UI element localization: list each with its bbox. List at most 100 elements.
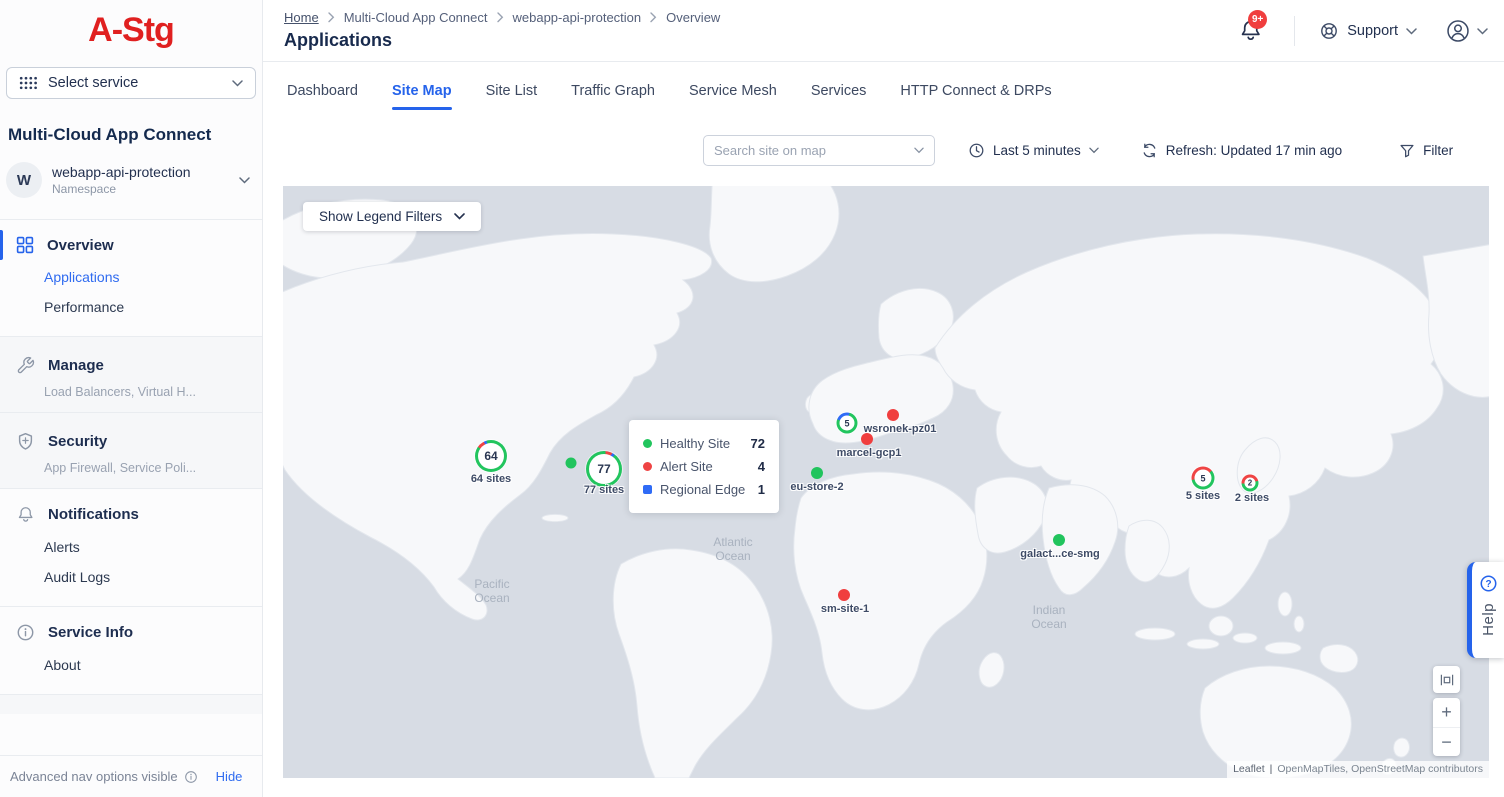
leaflet-link[interactable]: Leaflet: [1233, 763, 1265, 775]
breadcrumb: Home Multi-Cloud App Connect webapp-api-…: [284, 10, 720, 25]
sidebar-item-applications[interactable]: Applications: [0, 262, 262, 292]
sidebar: A-Stg Select service Multi-Cloud App Con…: [0, 0, 263, 797]
site-marker-eu-store-2[interactable]: [811, 467, 823, 479]
hide-advanced-nav-link[interactable]: Hide: [216, 769, 243, 784]
page-header: Home Multi-Cloud App Connect webapp-api-…: [263, 0, 1504, 62]
zoom-out-button[interactable]: −: [1433, 727, 1460, 756]
sidebar-item-manage[interactable]: Manage Load Balancers, Virtual H...: [0, 336, 262, 412]
site-cluster-korea[interactable]: 5: [1192, 467, 1215, 490]
breadcrumb-overview[interactable]: Overview: [666, 10, 720, 25]
cluster-label: 5 sites: [1186, 490, 1220, 502]
chevron-right-icon: [497, 12, 504, 23]
map-legend: Healthy Site 72 Alert Site 4 Regional Ed…: [629, 420, 779, 513]
select-service-dropdown[interactable]: Select service: [6, 67, 256, 99]
site-marker-wsronek-pz01[interactable]: [887, 409, 899, 421]
chevron-down-icon: [1477, 28, 1488, 35]
cluster-label: 64 sites: [471, 473, 511, 485]
help-label: Help: [1480, 603, 1497, 636]
main-content: Home Multi-Cloud App Connect webapp-api-…: [263, 0, 1504, 797]
svg-text:?: ?: [1485, 579, 1491, 590]
sidebar-item-about[interactable]: About: [0, 650, 262, 680]
security-subtitle: App Firewall, Service Poli...: [0, 459, 262, 475]
time-range-selector[interactable]: Last 5 minutes: [968, 142, 1099, 159]
tab-site-list[interactable]: Site List: [486, 83, 538, 110]
attribution-sources[interactable]: OpenMapTiles, OpenStreetMap contributors: [1277, 763, 1483, 775]
shield-icon: [16, 432, 35, 451]
site-marker-marcel-gcp1[interactable]: [861, 433, 873, 445]
apps-grid-icon: [19, 76, 38, 90]
site-label: sm-site-1: [821, 603, 869, 615]
search-input[interactable]: [714, 143, 914, 158]
sidebar-nav: Overview Applications Performance Manage…: [0, 219, 262, 714]
chevron-down-icon: [914, 147, 924, 154]
search-site-combobox[interactable]: [703, 135, 935, 166]
help-question-icon: ?: [1479, 574, 1498, 593]
sidebar-item-performance[interactable]: Performance: [0, 292, 262, 322]
chevron-right-icon: [328, 12, 335, 23]
wrench-icon: [16, 356, 35, 375]
filter-label: Filter: [1423, 143, 1453, 158]
support-menu[interactable]: Support: [1319, 21, 1417, 41]
logo[interactable]: A-Stg: [0, 0, 262, 60]
map-toolbar: Last 5 minutes Refresh: Updated 17 min a…: [703, 135, 1453, 166]
namespace-avatar: W: [6, 162, 42, 198]
namespace-name: webapp-api-protection: [52, 164, 191, 180]
sidebar-item-service-info[interactable]: Service Info: [0, 615, 262, 650]
chevron-down-icon: [454, 213, 465, 220]
bell-icon: [16, 505, 35, 524]
map-tiles: [283, 186, 1489, 778]
site-cluster-us-west[interactable]: 64: [475, 440, 507, 472]
notification-count-badge: 9+: [1248, 10, 1267, 29]
notifications-bell-button[interactable]: 9+: [1238, 18, 1264, 44]
legend-filters-label: Show Legend Filters: [319, 209, 442, 224]
filter-button[interactable]: Filter: [1399, 143, 1453, 159]
zoom-in-button[interactable]: +: [1433, 698, 1460, 727]
ocean-label-atlantic: Atlantic Ocean: [698, 536, 768, 564]
tab-traffic-graph[interactable]: Traffic Graph: [571, 83, 655, 110]
info-icon: [184, 770, 198, 784]
breadcrumb-namespace[interactable]: webapp-api-protection: [513, 10, 642, 25]
help-panel-tab[interactable]: ? Help: [1467, 562, 1504, 658]
site-cluster-us-east[interactable]: 77: [586, 451, 622, 487]
nav-section-overview: Overview Applications Performance: [0, 219, 262, 336]
refresh-icon: [1141, 142, 1158, 159]
user-menu[interactable]: [1445, 18, 1488, 44]
refresh-button[interactable]: Refresh: Updated 17 min ago: [1141, 142, 1342, 159]
application-window: A-Stg Select service Multi-Cloud App Con…: [0, 0, 1504, 797]
chevron-down-icon: [1406, 28, 1417, 35]
time-range-label: Last 5 minutes: [993, 143, 1081, 158]
cluster-label: 2 sites: [1235, 492, 1269, 504]
sidebar-item-audit-logs[interactable]: Audit Logs: [0, 562, 262, 592]
tab-http-connect-drps[interactable]: HTTP Connect & DRPs: [900, 83, 1051, 110]
site-label: marcel-gcp1: [837, 447, 902, 459]
chevron-down-icon: [232, 80, 243, 87]
legend-healthy-label: Healthy Site: [660, 436, 730, 451]
sidebar-spacer: [0, 694, 262, 714]
tab-dashboard[interactable]: Dashboard: [287, 83, 358, 110]
fit-bounds-button[interactable]: [1433, 666, 1460, 693]
sidebar-item-notifications[interactable]: Notifications: [0, 497, 262, 532]
site-marker-sm-site-1[interactable]: [838, 589, 850, 601]
sidebar-item-security[interactable]: Security App Firewall, Service Poli...: [0, 412, 262, 488]
world-map[interactable]: Atlantic Ocean Pacific Ocean Indian Ocea…: [283, 186, 1489, 778]
legend-healthy-count: 72: [751, 436, 765, 451]
sidebar-item-alerts[interactable]: Alerts: [0, 532, 262, 562]
fit-bounds-icon: [1439, 672, 1455, 688]
site-label: wsronek-pz01: [864, 423, 937, 435]
site-marker-galact-ce-smg[interactable]: [1053, 534, 1065, 546]
legend-row-healthy: Healthy Site 72: [643, 432, 765, 455]
breadcrumb-service[interactable]: Multi-Cloud App Connect: [344, 10, 488, 25]
breadcrumb-home[interactable]: Home: [284, 10, 319, 25]
tab-site-map[interactable]: Site Map: [392, 83, 452, 110]
show-legend-filters-button[interactable]: Show Legend Filters: [303, 202, 481, 231]
sidebar-item-overview[interactable]: Overview: [0, 228, 262, 262]
tab-services[interactable]: Services: [811, 83, 867, 110]
sidebar-footer: Advanced nav options visible Hide: [0, 755, 262, 797]
tab-service-mesh[interactable]: Service Mesh: [689, 83, 777, 110]
ocean-label-indian: Indian Ocean: [1014, 604, 1084, 632]
clock-icon: [968, 142, 985, 159]
site-cluster-japan[interactable]: 2: [1242, 475, 1259, 492]
namespace-selector[interactable]: W webapp-api-protection Namespace: [6, 162, 256, 198]
site-cluster-uk[interactable]: 5: [837, 413, 858, 434]
site-marker-us-central[interactable]: [566, 458, 577, 469]
